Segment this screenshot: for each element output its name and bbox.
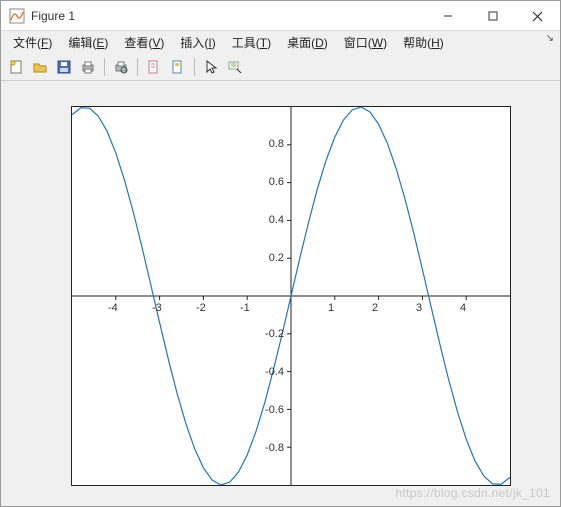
y-tick-label: 0.8 [269,138,284,150]
save-icon[interactable] [53,56,75,78]
figure-window: Figure 1 文件(F)编辑(E)查看(V)插入(I)工具(T)桌面(D)窗… [0,0,561,507]
data-cursor-icon[interactable] [224,56,246,78]
window-title: Figure 1 [31,9,425,23]
open-icon[interactable] [29,56,51,78]
axes-box[interactable]: -4 -3 -2 -1 1 2 3 4 -0.8 -0.6 -0.4 -0.2 0.2 0.4 0.6 0.8 [71,106,511,486]
menubar-overflow-icon[interactable]: ↘ [546,33,554,44]
line-plot [72,107,510,485]
y-tick-label: 0.4 [269,214,284,226]
x-tick-label: 3 [416,302,422,314]
maximize-button[interactable] [470,1,515,31]
plot-area: -4 -3 -2 -1 1 2 3 4 -0.8 -0.6 -0.4 -0.2 0.2 0.4 0.6 0.8… [1,81,560,506]
x-tick-label: -3 [152,302,162,314]
print-preview-icon[interactable] [110,56,132,78]
window-controls [425,1,560,30]
menu-d[interactable]: 桌面(D) [279,32,336,53]
print-icon[interactable] [77,56,99,78]
y-tick-label: 0.6 [269,176,284,188]
matlab-figure-icon [9,8,25,24]
titlebar: Figure 1 [1,1,560,31]
x-tick-label: 1 [328,302,334,314]
watermark-text: https://blog.csdn.net/jk_101 [396,486,551,500]
toolbar-separator [137,58,138,76]
toolbar-separator [194,58,195,76]
x-tick-label: -1 [240,302,250,314]
y-tick-label: -0.4 [265,366,284,378]
close-button[interactable] [515,1,560,31]
x-tick-label: 4 [460,302,466,314]
menu-e[interactable]: 编辑(E) [60,32,116,53]
brush-icon[interactable] [167,56,189,78]
menu-i[interactable]: 插入(I) [172,32,223,53]
toolbar-separator [104,58,105,76]
x-tick-label: 2 [372,302,378,314]
y-tick-label: -0.6 [265,404,284,416]
menubar: 文件(F)编辑(E)查看(V)插入(I)工具(T)桌面(D)窗口(W)帮助(H)… [1,31,560,53]
menu-h[interactable]: 帮助(H) [395,32,452,53]
menu-w[interactable]: 窗口(W) [336,32,395,53]
x-tick-label: -4 [108,302,118,314]
menu-f[interactable]: 文件(F) [5,32,60,53]
toolbar [1,53,560,81]
new-figure-icon[interactable] [5,56,27,78]
menu-t[interactable]: 工具(T) [224,32,279,53]
x-tick-label: -2 [196,302,206,314]
y-tick-label: -0.2 [265,328,284,340]
link-icon[interactable] [143,56,165,78]
y-tick-label: -0.8 [265,442,284,454]
y-tick-label: 0.2 [269,252,284,264]
menu-v[interactable]: 查看(V) [116,32,172,53]
pointer-icon[interactable] [200,56,222,78]
minimize-button[interactable] [425,1,470,31]
